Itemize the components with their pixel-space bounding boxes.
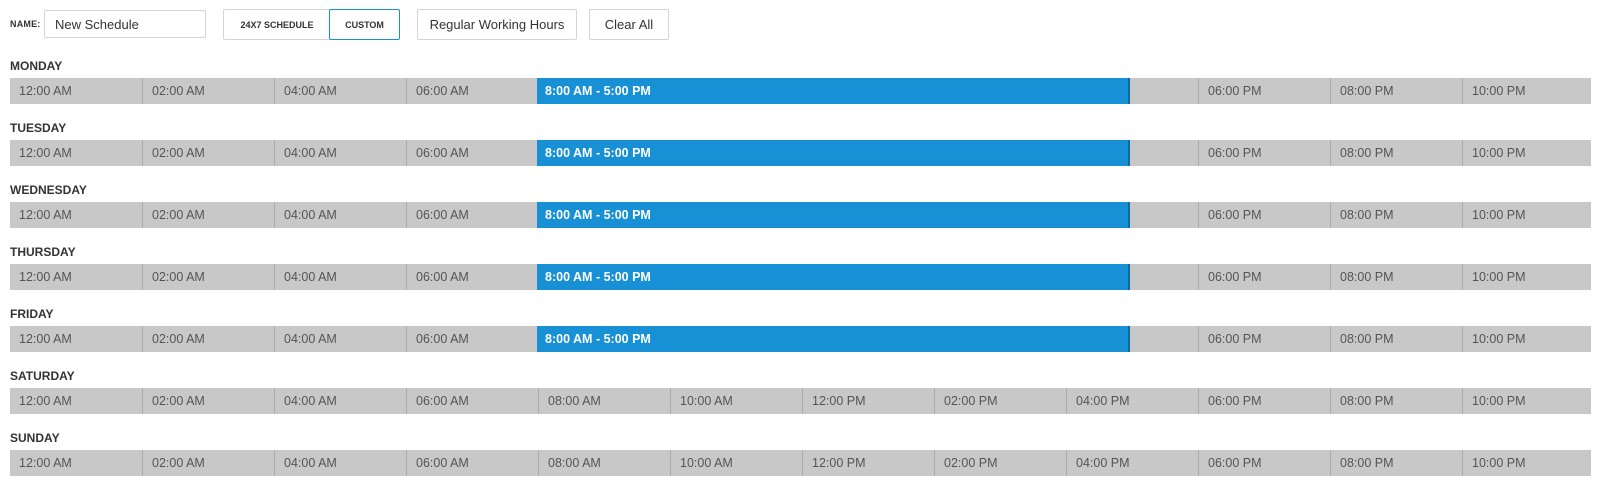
day-row-friday: FRIDAY 12:00 AM 02:00 AM 04:00 AM 06:00 AM 06… [0, 300, 1600, 362]
time-slot[interactable]: 06:00 AM [406, 202, 538, 228]
time-slot[interactable]: 04:00 PM [1066, 450, 1198, 476]
day-row-saturday: SATURDAY 12:00 AM 02:00 AM 04:00 AM 06:00 AM… [0, 362, 1600, 424]
name-label: NAME: [10, 19, 41, 29]
time-slot[interactable]: 06:00 PM [1198, 326, 1330, 352]
time-slot[interactable]: 02:00 PM [934, 388, 1066, 414]
time-slot[interactable]: 06:00 AM [406, 140, 538, 166]
time-slot[interactable]: 02:00 AM [142, 140, 274, 166]
time-slot[interactable]: 04:00 AM [274, 202, 406, 228]
schedule-name-input[interactable] [44, 10, 206, 38]
mode-custom-button[interactable]: CUSTOM [329, 9, 400, 40]
time-slot[interactable]: 08:00 PM [1330, 264, 1462, 290]
time-slot[interactable]: 04:00 AM [274, 450, 406, 476]
working-hours-block[interactable]: 8:00 AM - 5:00 PM [537, 326, 1130, 352]
day-label: FRIDAY [10, 307, 54, 321]
time-slot[interactable]: 10:00 PM [1462, 450, 1594, 476]
time-slot[interactable]: 04:00 AM [274, 78, 406, 104]
time-slot[interactable]: 10:00 PM [1462, 264, 1594, 290]
working-hours-block[interactable]: 8:00 AM - 5:00 PM [537, 78, 1130, 104]
time-slot[interactable]: 12:00 AM [10, 140, 142, 166]
working-hours-block[interactable]: 8:00 AM - 5:00 PM [537, 202, 1130, 228]
time-slot[interactable]: 04:00 AM [274, 388, 406, 414]
time-slot[interactable]: 12:00 AM [10, 78, 142, 104]
time-slot[interactable]: 04:00 AM [274, 140, 406, 166]
time-slot[interactable]: 12:00 PM [802, 450, 934, 476]
day-label: SATURDAY [10, 369, 75, 383]
time-slot[interactable]: 06:00 PM [1198, 202, 1330, 228]
time-slot[interactable]: 02:00 AM [142, 450, 274, 476]
time-slot[interactable]: 04:00 PM [1066, 388, 1198, 414]
day-timeline[interactable]: 12:00 AM 02:00 AM 04:00 AM 06:00 AM 06:00 PM… [10, 264, 1591, 290]
time-slot[interactable]: 08:00 AM [538, 450, 670, 476]
time-slot[interactable]: 08:00 PM [1330, 78, 1462, 104]
day-timeline[interactable]: 12:00 AM 02:00 AM 04:00 AM 06:00 AM 08:00 AM… [10, 388, 1591, 414]
time-slot[interactable]: 12:00 AM [10, 388, 142, 414]
mode-24x7-button[interactable]: 24X7 SCHEDULE [223, 9, 330, 40]
time-slot[interactable]: 08:00 PM [1330, 202, 1462, 228]
working-hours-block[interactable]: 8:00 AM - 5:00 PM [537, 264, 1130, 290]
time-slot[interactable]: 10:00 AM [670, 450, 802, 476]
time-slot[interactable]: 08:00 PM [1330, 140, 1462, 166]
time-slot[interactable]: 02:00 AM [142, 202, 274, 228]
day-label: WEDNESDAY [10, 183, 87, 197]
time-slot[interactable]: 06:00 PM [1198, 78, 1330, 104]
day-row-tuesday: TUESDAY 12:00 AM 02:00 AM 04:00 AM 06:00 AM 0… [0, 114, 1600, 176]
day-row-wednesday: WEDNESDAY 12:00 AM 02:00 AM 04:00 AM 06:00 A… [0, 176, 1600, 238]
time-slot[interactable]: 12:00 PM [802, 388, 934, 414]
time-slot[interactable]: 06:00 PM [1198, 450, 1330, 476]
time-slot[interactable]: 08:00 AM [538, 388, 670, 414]
day-label: TUESDAY [10, 121, 67, 135]
time-slot[interactable]: 12:00 AM [10, 326, 142, 352]
time-slot[interactable]: 12:00 AM [10, 450, 142, 476]
schedule-toolbar: NAME: 24X7 SCHEDULE CUSTOM Regular Worki… [0, 0, 1600, 52]
time-slot[interactable]: 08:00 PM [1330, 450, 1462, 476]
time-slot[interactable]: 06:00 AM [406, 326, 538, 352]
day-timeline[interactable]: 12:00 AM 02:00 AM 04:00 AM 06:00 AM 06:00 PM… [10, 78, 1591, 104]
time-slot[interactable]: 06:00 PM [1198, 140, 1330, 166]
day-label: SUNDAY [10, 431, 60, 445]
time-slot[interactable]: 02:00 AM [142, 78, 274, 104]
regular-working-hours-button[interactable]: Regular Working Hours [417, 9, 577, 40]
day-row-sunday: SUNDAY 12:00 AM 02:00 AM 04:00 AM 06:00 AM 08… [0, 424, 1600, 486]
time-slot[interactable]: 02:00 AM [142, 388, 274, 414]
time-slot[interactable]: 06:00 AM [406, 78, 538, 104]
time-slot[interactable]: 10:00 PM [1462, 140, 1594, 166]
day-timeline[interactable]: 12:00 AM 02:00 AM 04:00 AM 06:00 AM 06:00 PM… [10, 326, 1591, 352]
time-slot[interactable]: 12:00 AM [10, 202, 142, 228]
day-row-monday: MONDAY 12:00 AM 02:00 AM 04:00 AM 06:00 AM 06… [0, 52, 1600, 114]
time-slot[interactable]: 02:00 AM [142, 326, 274, 352]
time-slot[interactable]: 12:00 AM [10, 264, 142, 290]
time-slot[interactable]: 04:00 AM [274, 264, 406, 290]
time-slot[interactable]: 10:00 PM [1462, 202, 1594, 228]
day-row-thursday: THURSDAY 12:00 AM 02:00 AM 04:00 AM 06:00 AM… [0, 238, 1600, 300]
time-slot[interactable]: 06:00 PM [1198, 264, 1330, 290]
working-hours-block[interactable]: 8:00 AM - 5:00 PM [537, 140, 1130, 166]
day-label: MONDAY [10, 59, 63, 73]
time-slot[interactable]: 04:00 AM [274, 326, 406, 352]
clear-all-button[interactable]: Clear All [589, 9, 669, 40]
time-slot[interactable]: 10:00 PM [1462, 78, 1594, 104]
time-slot[interactable]: 08:00 PM [1330, 388, 1462, 414]
time-slot[interactable]: 06:00 PM [1198, 388, 1330, 414]
day-timeline[interactable]: 12:00 AM 02:00 AM 04:00 AM 06:00 AM 06:00 PM… [10, 202, 1591, 228]
weekly-schedule: MONDAY 12:00 AM 02:00 AM 04:00 AM 06:00 AM 06… [0, 52, 1600, 486]
time-slot[interactable]: 02:00 AM [142, 264, 274, 290]
day-timeline[interactable]: 12:00 AM 02:00 AM 04:00 AM 06:00 AM 08:00 AM… [10, 450, 1591, 476]
time-slot[interactable]: 02:00 PM [934, 450, 1066, 476]
time-slot[interactable]: 06:00 AM [406, 450, 538, 476]
day-timeline[interactable]: 12:00 AM 02:00 AM 04:00 AM 06:00 AM 06:00 PM… [10, 140, 1591, 166]
time-slot[interactable]: 06:00 AM [406, 388, 538, 414]
time-slot[interactable]: 10:00 AM [670, 388, 802, 414]
time-slot[interactable]: 08:00 PM [1330, 326, 1462, 352]
day-label: THURSDAY [10, 245, 76, 259]
time-slot[interactable]: 10:00 PM [1462, 326, 1594, 352]
time-slot[interactable]: 06:00 AM [406, 264, 538, 290]
time-slot[interactable]: 10:00 PM [1462, 388, 1594, 414]
